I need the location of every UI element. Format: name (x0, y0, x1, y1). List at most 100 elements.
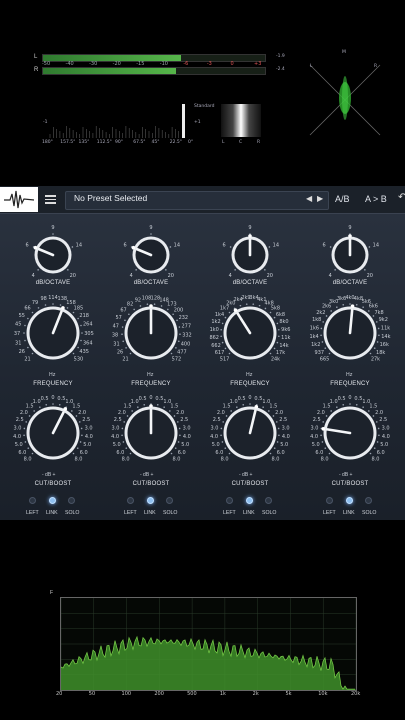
knob-tick-label: 6 (223, 242, 226, 248)
knob-tick-dot (324, 347, 327, 349)
knob-tick-label: 2.5 (379, 417, 387, 423)
spectrum-analyzer (60, 597, 357, 691)
knob-tick-dot (336, 306, 338, 308)
knob-tick-label: 400 (181, 341, 191, 347)
knob-tick-dot (139, 305, 142, 307)
octave-slope-knob[interactable]: 4 6 9 14 20 (216, 221, 284, 289)
knob-indicator (350, 304, 355, 308)
knob-tick-dot (126, 415, 129, 417)
menu-icon[interactable] (45, 195, 56, 204)
left-label: LEFT (124, 510, 137, 516)
meter-scale-tick: +3 (254, 61, 262, 67)
channel-l-label: L (34, 54, 38, 60)
spectrum-fill (61, 636, 356, 690)
knob-tick-dot (165, 269, 167, 271)
left-button[interactable] (326, 497, 333, 504)
solo-button[interactable] (68, 497, 75, 504)
link-button[interactable] (346, 497, 353, 504)
knob-tick-label: 4 (229, 273, 232, 279)
link-button[interactable] (49, 497, 56, 504)
knob-tick-label: 114 (48, 295, 58, 301)
knob-tick-label: 20 (70, 273, 76, 279)
knob-tick-label: 6.0 (215, 450, 223, 456)
knob-indicator (33, 245, 38, 250)
octave-slope-knob[interactable]: 4 6 9 14 20 (117, 221, 185, 289)
knob-tick-dot (378, 334, 380, 337)
knob-tick-label: 435 (79, 349, 89, 355)
frequency-label: FREQUENCY (230, 381, 270, 387)
knob-tick-label: 67 (120, 308, 126, 314)
knob-tick-label: 2.0 (317, 410, 325, 416)
left-button[interactable] (226, 497, 233, 504)
knob-tick-label: 1.0 (230, 399, 238, 405)
meter-scale-tick: 0 (230, 61, 234, 67)
ab-copy-button[interactable]: A > B (365, 194, 387, 204)
frequency-knob[interactable]: 212631384757678292 108 128 1481732002322773… (109, 291, 193, 375)
knob-tick-label: 6k6 (369, 304, 378, 310)
knob-tick-label: 82 (127, 302, 133, 308)
left-button[interactable] (127, 497, 134, 504)
knob-indicator (149, 404, 153, 408)
undo-icon[interactable]: ↶ (398, 192, 405, 203)
solo-button[interactable] (265, 497, 272, 504)
knob-tick-dot (81, 332, 83, 334)
frequency-knob[interactable]: 5176176628621k01k21k41k72k02k42k93k44k14… (208, 291, 292, 375)
knob-tick-dot (222, 421, 225, 423)
knob-tick-dot (133, 308, 135, 311)
knob-tick-dot (31, 452, 34, 455)
knob-tick-label: 1k0 (210, 327, 219, 333)
knob-tick-dot (176, 319, 178, 322)
freq-axis-label: 20k (351, 691, 361, 697)
freq-unit: Hz (147, 372, 154, 378)
preset-prev-icon[interactable]: ◀ (306, 194, 312, 203)
knob-tick-label: 5.0 (212, 442, 220, 448)
cut-boost-knob[interactable]: 8.06.05.04.03.02.52.01.51.0 0.5 0 0.5 1.01.5… (208, 391, 292, 475)
knob-tick-dot (169, 410, 171, 412)
knob-tick-dot (229, 246, 232, 248)
solo-button[interactable] (166, 497, 173, 504)
freq-axis-label: 100 (121, 691, 132, 697)
solo-label: SOLO (262, 510, 277, 516)
knob-tick-label: 21 (122, 356, 128, 362)
octave-label: dB/OCTAVE (332, 280, 368, 286)
scope-m: M (342, 50, 346, 55)
knob-tick-label: 6.0 (315, 450, 323, 456)
knob-tick-label: 1.5 (369, 404, 377, 410)
knob-tick-label: 665 (320, 356, 330, 362)
knob-tick-dot (153, 303, 156, 306)
frequency-knob[interactable]: 212631374555667998 114 1381581852182643053… (11, 291, 95, 375)
octave-slope-knob[interactable]: 4 6 9 14 20 (19, 221, 87, 289)
knob-tick-label: 5.0 (83, 442, 91, 448)
link-button[interactable] (246, 497, 253, 504)
knob-tick-dot (178, 427, 181, 430)
frequency-knob[interactable]: 6659371k21k41k61k82k22k63k03k6 4k0 4k85k66… (308, 291, 392, 375)
octave-slope-knob[interactable]: 4 6 9 14 20 (316, 221, 384, 289)
knob-tick-dot (75, 415, 78, 417)
knob-tick-label: 4 (329, 273, 332, 279)
preset-next-icon[interactable]: ▶ (317, 194, 323, 203)
left-button[interactable] (29, 497, 36, 504)
cut-boost-knob[interactable]: 8.06.05.04.03.02.52.01.51.0 0.5 0 0.5 1.01.5… (308, 391, 392, 475)
solo-button[interactable] (365, 497, 372, 504)
knob-indicator (63, 407, 68, 411)
corr-plus: +1 (194, 120, 201, 125)
knob-tick-dot (23, 434, 25, 437)
vectorscope (309, 64, 381, 136)
cut-boost-knob[interactable]: 8.06.05.04.03.02.52.01.51.0 0.5 0 0.5 1.01.5… (109, 391, 193, 475)
knob-tick-label: 0 (51, 395, 54, 401)
knob-tick-dot (121, 333, 123, 335)
phase-scale-tick: 112.5° (96, 140, 112, 145)
knob-tick-dot (175, 347, 177, 349)
knob-tick-label: 2.0 (20, 410, 28, 416)
knob-tick-label: 26 (19, 349, 25, 355)
cut-boost-knob[interactable]: 8.06.05.04.03.02.52.01.51.0 0.5 0 0.5 1.01.5… (11, 391, 95, 475)
knob-tick-dot (234, 269, 236, 271)
knob-tick-dot (80, 339, 82, 342)
knob-tick-dot (349, 403, 351, 405)
ab-compare-button[interactable]: A/B (335, 194, 350, 204)
link-button[interactable] (147, 497, 154, 504)
knob-tick-dot (24, 339, 26, 342)
knob-tick-dot (179, 434, 181, 437)
link-label: LINK (343, 510, 355, 516)
freq-axis-label: 200 (154, 691, 164, 697)
